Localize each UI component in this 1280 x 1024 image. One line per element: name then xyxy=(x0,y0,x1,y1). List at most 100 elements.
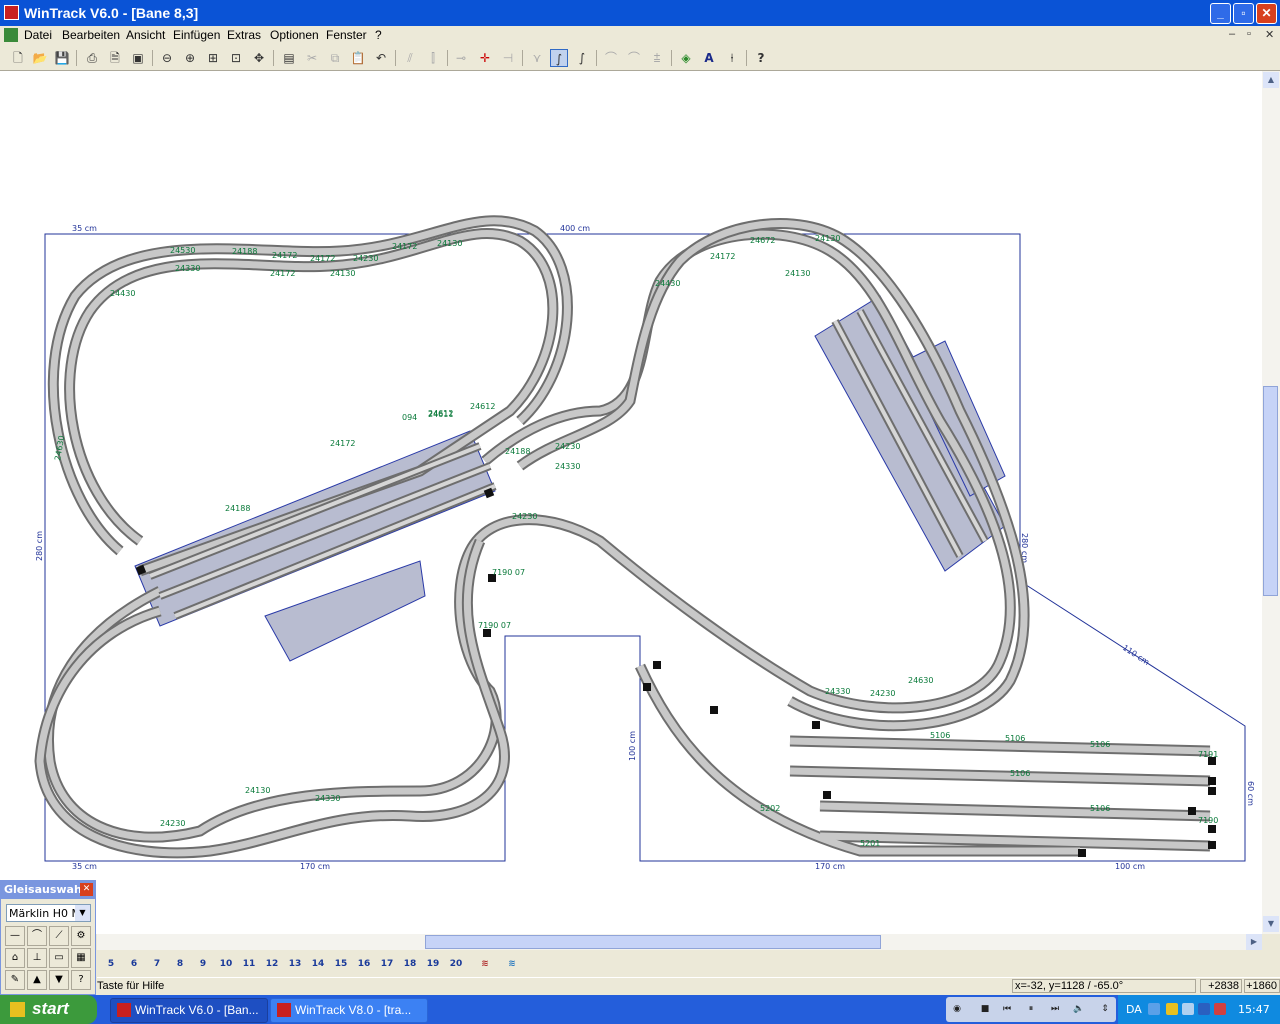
scroll-down-button[interactable]: ▼ xyxy=(1263,916,1279,932)
palette-close-button[interactable]: ✕ xyxy=(80,883,93,896)
maximize-button[interactable]: ▫ xyxy=(1233,3,1254,24)
vertical-scroll-thumb[interactable] xyxy=(1263,386,1278,596)
track-part-button[interactable]: 12 xyxy=(262,955,282,974)
track-system-select[interactable]: Märklin H0 M- ▼ xyxy=(6,904,91,922)
zoom-in-icon[interactable]: ⊕ xyxy=(181,49,199,67)
zoom-fit-icon[interactable]: ⊡ xyxy=(227,49,245,67)
track-join-icon[interactable]: ⫿ xyxy=(424,49,442,67)
track-part-button[interactable]: 15 xyxy=(331,955,351,974)
layers-stack-icon[interactable]: ≋ xyxy=(475,955,495,974)
vertical-scrollbar[interactable]: ▲ ▼ xyxy=(1262,71,1280,934)
save-icon[interactable]: 💾 xyxy=(53,49,71,67)
print-preview-icon[interactable]: 🗎 xyxy=(106,49,124,67)
new-icon[interactable]: 🗋 xyxy=(9,49,27,67)
text-icon[interactable]: A xyxy=(700,49,718,67)
zoom-out-icon[interactable]: ⊖ xyxy=(158,49,176,67)
drawing-canvas[interactable]: 35 cm 400 cm 280 cm 280 cm 110 cm 100 cm… xyxy=(0,71,1262,934)
mdi-minimize-button[interactable]: – xyxy=(1229,28,1235,40)
previous-icon[interactable]: ⏮ xyxy=(1000,1002,1014,1016)
switch-track-button[interactable]: ⟋ xyxy=(49,926,69,946)
signal-button[interactable]: ⊥ xyxy=(27,948,47,968)
scroll-right-button[interactable]: ▶ xyxy=(1246,934,1262,950)
layers-icon[interactable]: ◈ xyxy=(677,49,695,67)
up-arrow-icon[interactable]: ▲ xyxy=(27,970,47,990)
track-part-button[interactable]: 11 xyxy=(239,955,259,974)
building-button[interactable]: ▭ xyxy=(49,948,69,968)
copy-icon[interactable]: ⧉ xyxy=(326,49,344,67)
horizontal-scrollbar[interactable]: ▶ xyxy=(97,934,1262,950)
flex-track-icon[interactable]: ∫ xyxy=(573,49,591,67)
menu-einfuegen[interactable]: Einfügen xyxy=(173,28,220,42)
track-part-button[interactable]: 13 xyxy=(285,955,305,974)
track-part-button[interactable]: 19 xyxy=(423,955,443,974)
media-restore-icon[interactable]: ⇕ xyxy=(1098,1002,1112,1016)
chevron-down-icon[interactable]: ▼ xyxy=(75,905,90,921)
track-part-button[interactable]: 14 xyxy=(308,955,328,974)
flex-icon[interactable]: ⌒ xyxy=(602,49,620,67)
align-icon[interactable]: ⊣ xyxy=(499,49,517,67)
next-icon[interactable]: ⏭ xyxy=(1048,1002,1062,1016)
track-part-button[interactable]: 9 xyxy=(193,955,213,974)
track-part-button[interactable]: 18 xyxy=(400,955,420,974)
tray-app-icon[interactable] xyxy=(1182,1003,1194,1015)
curved-track-button[interactable]: ⌒ xyxy=(27,926,47,946)
track-part-button[interactable]: 16 xyxy=(354,955,374,974)
messenger-icon[interactable] xyxy=(1198,1003,1210,1015)
straight-track-button[interactable]: — xyxy=(5,926,25,946)
track-part-button[interactable]: 10 xyxy=(216,955,236,974)
tray-back-icon[interactable] xyxy=(1148,1003,1160,1015)
clock[interactable]: 15:47 xyxy=(1238,1003,1270,1016)
document-icon[interactable] xyxy=(4,28,18,42)
menu-extras[interactable]: Extras xyxy=(227,28,261,42)
close-button[interactable]: ✕ xyxy=(1256,3,1277,24)
menu-datei[interactable]: Datei xyxy=(24,28,52,42)
track-split-icon[interactable]: ⫽ xyxy=(401,49,419,67)
security-icon[interactable] xyxy=(1214,1003,1226,1015)
flex-join-icon[interactable]: ⩲ xyxy=(648,49,666,67)
minimize-button[interactable]: _ xyxy=(1210,3,1231,24)
open-icon[interactable]: 📂 xyxy=(31,49,49,67)
flex-bend-icon[interactable]: ⌒ xyxy=(625,49,643,67)
help-icon[interactable]: ? xyxy=(752,49,770,67)
zoom-all-icon[interactable]: ✥ xyxy=(250,49,268,67)
paste-icon[interactable]: 📋 xyxy=(349,49,367,67)
track-part-button[interactable]: 5 xyxy=(101,955,121,974)
scroll-up-button[interactable]: ▲ xyxy=(1263,72,1279,88)
accessory-button[interactable]: ⌂ xyxy=(5,948,25,968)
horizontal-scroll-thumb[interactable] xyxy=(425,935,881,949)
curve-tool-icon[interactable]: ∫ xyxy=(550,49,568,67)
track-part-button[interactable]: 8 xyxy=(170,955,190,974)
height-icon[interactable]: ⍿ xyxy=(723,49,741,67)
print-icon[interactable]: ⎙ xyxy=(83,49,101,67)
pause-icon[interactable]: ⏸ xyxy=(1024,1002,1038,1016)
mdi-close-button[interactable]: ✕ xyxy=(1265,28,1274,41)
palette-titlebar[interactable]: Gleisauswahl ✕ xyxy=(1,881,95,899)
properties-icon[interactable]: ▤ xyxy=(280,49,298,67)
language-indicator[interactable]: DA xyxy=(1126,1003,1142,1016)
tool-a-button[interactable]: ✎ xyxy=(5,970,25,990)
connect-icon[interactable]: ⊸ xyxy=(452,49,470,67)
menu-fenster[interactable]: Fenster xyxy=(326,28,367,42)
image-export-icon[interactable]: ▣ xyxy=(129,49,147,67)
layers-edit-icon[interactable]: ≋ xyxy=(502,955,522,974)
palette-help-icon[interactable]: ? xyxy=(71,970,91,990)
taskbar-item-wintrack-v8[interactable]: WinTrack V8.0 - [tra... xyxy=(270,998,428,1023)
track-part-button[interactable]: 6 xyxy=(124,955,144,974)
block-button[interactable]: ▦ xyxy=(71,948,91,968)
taskbar-item-wintrack-v6[interactable]: WinTrack V6.0 - [Ban... xyxy=(110,998,268,1023)
move-icon[interactable]: ✛ xyxy=(476,49,494,67)
mdi-restore-button[interactable]: ▫ xyxy=(1247,28,1251,40)
cut-icon[interactable]: ✂ xyxy=(303,49,321,67)
stop-icon[interactable]: ■ xyxy=(978,1002,992,1016)
start-button[interactable]: start xyxy=(0,995,97,1024)
switch-tool-icon[interactable]: ⋎ xyxy=(528,49,546,67)
menu-ansicht[interactable]: Ansicht xyxy=(126,28,165,42)
menu-bearbeiten[interactable]: Bearbeiten xyxy=(62,28,120,42)
track-part-button[interactable]: 20 xyxy=(446,955,466,974)
down-arrow-icon[interactable]: ▼ xyxy=(49,970,69,990)
menu-optionen[interactable]: Optionen xyxy=(270,28,319,42)
zoom-area-icon[interactable]: ⊞ xyxy=(204,49,222,67)
track-part-button[interactable]: 17 xyxy=(377,955,397,974)
menu-help[interactable]: ? xyxy=(375,28,382,42)
track-layout-svg[interactable]: 35 cm 400 cm 280 cm 280 cm 110 cm 100 cm… xyxy=(0,71,1262,934)
